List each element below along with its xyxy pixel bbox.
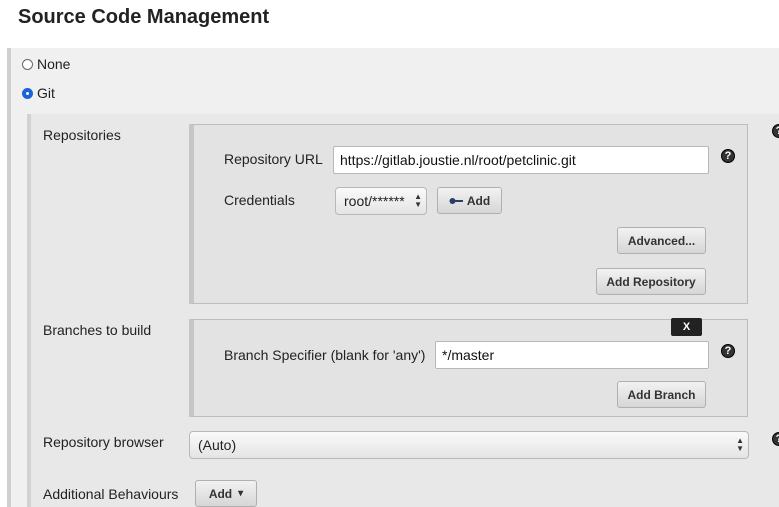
git-config-area: Repositories Repository URL https://gitl… [27,114,779,507]
advanced-button[interactable]: Advanced... [617,227,706,254]
scm-section: None Git Repositories Repository URL htt… [7,48,779,507]
section-title: Source Code Management [18,6,270,28]
scm-option-none-label: None [37,56,71,72]
credentials-select[interactable]: root/****** ▲ ▼ [335,187,427,215]
branch-specifier-label: Branch Specifier (blank for 'any') [224,347,426,363]
repository-url-input[interactable]: https://gitlab.joustie.nl/root/petclinic… [333,146,709,174]
branches-label: Branches to build [43,322,152,338]
radio-git[interactable] [22,87,33,99]
repository-url-label: Repository URL [224,151,323,167]
select-arrows-icon: ▲ ▼ [736,436,744,453]
select-arrows-icon: ▲ ▼ [414,192,422,209]
additional-behaviours-label: Additional Behaviours [43,486,179,502]
branch-specifier-input[interactable]: */master [435,341,709,369]
add-behaviour-button[interactable]: Add ▾ [195,480,257,507]
repository-browser-help-icon[interactable]: ? [772,432,779,446]
key-icon [449,197,463,205]
credentials-value: root/****** [344,193,405,209]
repositories-panel: Repository URL https://gitlab.joustie.nl… [189,124,748,304]
radio-none[interactable] [22,58,33,70]
add-credentials-button[interactable]: Add [437,187,502,214]
scm-option-git[interactable]: Git [22,85,55,101]
repository-browser-value: (Auto) [198,437,237,453]
branch-specifier-help-icon[interactable]: ? [721,344,735,358]
add-credentials-label: Add [466,193,491,208]
delete-branch-button[interactable]: X [671,318,702,336]
chevron-down-icon: ▾ [238,488,244,499]
repository-browser-label: Repository browser [43,434,164,450]
branches-panel: X Branch Specifier (blank for 'any') */m… [189,318,748,417]
repository-browser-select[interactable]: (Auto) ▲ ▼ [189,431,749,459]
add-branch-button[interactable]: Add Branch [617,381,706,408]
repository-url-help-icon[interactable]: ? [721,149,735,163]
add-behaviour-label: Add [208,486,233,501]
add-repository-button[interactable]: Add Repository [596,268,706,295]
repositories-help-icon[interactable]: ? [772,124,779,138]
repositories-label: Repositories [43,127,121,143]
scm-option-git-label: Git [37,85,55,101]
scm-option-none[interactable]: None [22,56,70,72]
credentials-label: Credentials [224,192,295,208]
